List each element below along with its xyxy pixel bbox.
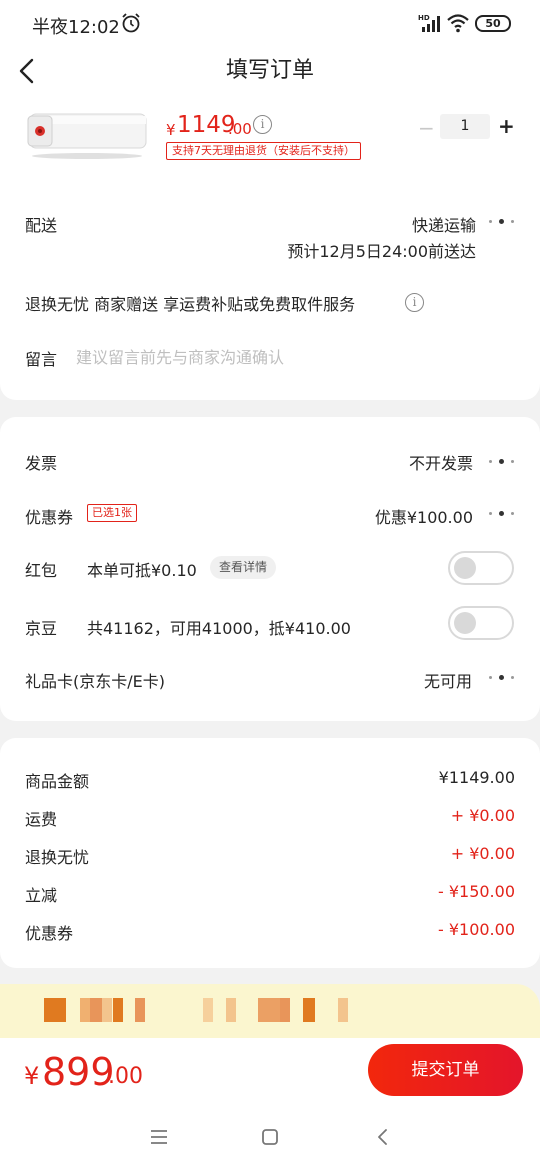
wifi-icon — [447, 14, 469, 33]
summary-value: - ¥150.00 — [437, 882, 515, 901]
service-text: 退换无忧 商家赠送 享运费补贴或免费取件服务 — [25, 295, 356, 314]
toggle-knob — [454, 612, 476, 634]
obscured-block — [44, 998, 66, 1022]
obscured-block — [135, 998, 145, 1022]
quantity-increase-button[interactable]: + — [498, 114, 515, 138]
redpacket-detail-button[interactable]: 查看详情 — [210, 556, 277, 579]
menu-icon[interactable] — [148, 1126, 170, 1148]
summary-value: ¥1149.00 — [438, 768, 515, 787]
status-time: 半夜12:02 — [32, 17, 120, 38]
summary-label: 优惠券 — [25, 924, 74, 943]
battery-indicator: 50 — [475, 15, 511, 32]
quantity-decrease-button[interactable]: − — [418, 116, 435, 140]
submit-order-button[interactable]: 提交订单 — [368, 1044, 523, 1096]
jingdou-label: 京豆 — [25, 619, 58, 638]
toggle-knob — [454, 557, 476, 579]
delivery-label: 配送 — [25, 216, 58, 235]
summary-label: 退换无忧 — [25, 848, 90, 867]
summary-value: + ¥0.00 — [450, 844, 515, 863]
note-input[interactable]: 建议留言前先与商家沟通确认 — [76, 344, 284, 368]
summary-label: 立减 — [25, 886, 58, 905]
jingdou-desc: 共41162，可用41000，抵¥410.00 — [87, 619, 351, 638]
price-info-icon[interactable]: i — [253, 115, 272, 134]
obscured-block — [102, 998, 112, 1022]
quantity-input[interactable]: 1 — [440, 114, 490, 139]
invoice-label: 发票 — [25, 454, 58, 473]
system-back-icon[interactable] — [372, 1126, 394, 1148]
total-price-decimal: .00 — [108, 1064, 143, 1089]
jingdou-toggle[interactable] — [448, 606, 514, 640]
coupon-label: 优惠券 — [25, 508, 74, 527]
home-icon[interactable] — [259, 1126, 281, 1148]
product-price-currency: ¥ — [166, 121, 176, 139]
page-title: 填写订单 — [225, 58, 314, 83]
signal-icon: HD — [418, 14, 440, 32]
giftcard-label: 礼品卡(京东卡/E卡) — [25, 672, 165, 691]
giftcard-value[interactable]: 无可用 — [424, 668, 472, 692]
product-image[interactable] — [24, 104, 150, 160]
product-price: 1149 — [177, 112, 236, 138]
obscured-block — [258, 998, 280, 1022]
delivery-estimate: 预计12月5日24:00前送达 — [287, 242, 476, 261]
invoice-value[interactable]: 不开发票 — [409, 450, 473, 474]
obscured-block — [303, 998, 315, 1022]
coupon-value[interactable]: 优惠¥100.00 — [375, 504, 473, 528]
obscured-block — [80, 998, 90, 1022]
service-info-icon[interactable]: i — [405, 293, 424, 312]
coupon-more-icon[interactable] — [489, 510, 515, 518]
svg-text:HD: HD — [418, 14, 430, 22]
obscured-block — [113, 998, 123, 1022]
summary-value: - ¥100.00 — [437, 920, 515, 939]
summary-label: 商品金额 — [25, 772, 90, 791]
note-label: 留言 — [25, 350, 58, 369]
delivery-more-icon[interactable] — [489, 218, 515, 226]
obscured-block — [226, 998, 236, 1022]
obscured-block — [203, 998, 213, 1022]
obscured-block — [280, 998, 290, 1022]
invoice-more-icon[interactable] — [489, 458, 515, 466]
redpacket-toggle[interactable] — [448, 551, 514, 585]
delivery-method[interactable]: 快递运输 — [412, 212, 476, 236]
obscured-block — [90, 998, 102, 1022]
summary-label: 运费 — [25, 810, 58, 829]
product-price-decimal: .00 — [228, 120, 252, 138]
coupon-selected-tag: 已选1张 — [87, 504, 137, 522]
alarm-icon — [122, 13, 140, 33]
total-currency: ¥ — [24, 1062, 40, 1090]
obscured-block — [338, 998, 348, 1022]
summary-value: + ¥0.00 — [450, 806, 515, 825]
redpacket-label: 红包 — [25, 561, 58, 580]
total-price: 899 — [42, 1050, 115, 1094]
return-policy-tag: 支持7天无理由退货（安装后不支持） — [166, 142, 361, 160]
giftcard-more-icon[interactable] — [489, 674, 515, 682]
redpacket-desc: 本单可抵¥0.10 — [87, 561, 197, 580]
